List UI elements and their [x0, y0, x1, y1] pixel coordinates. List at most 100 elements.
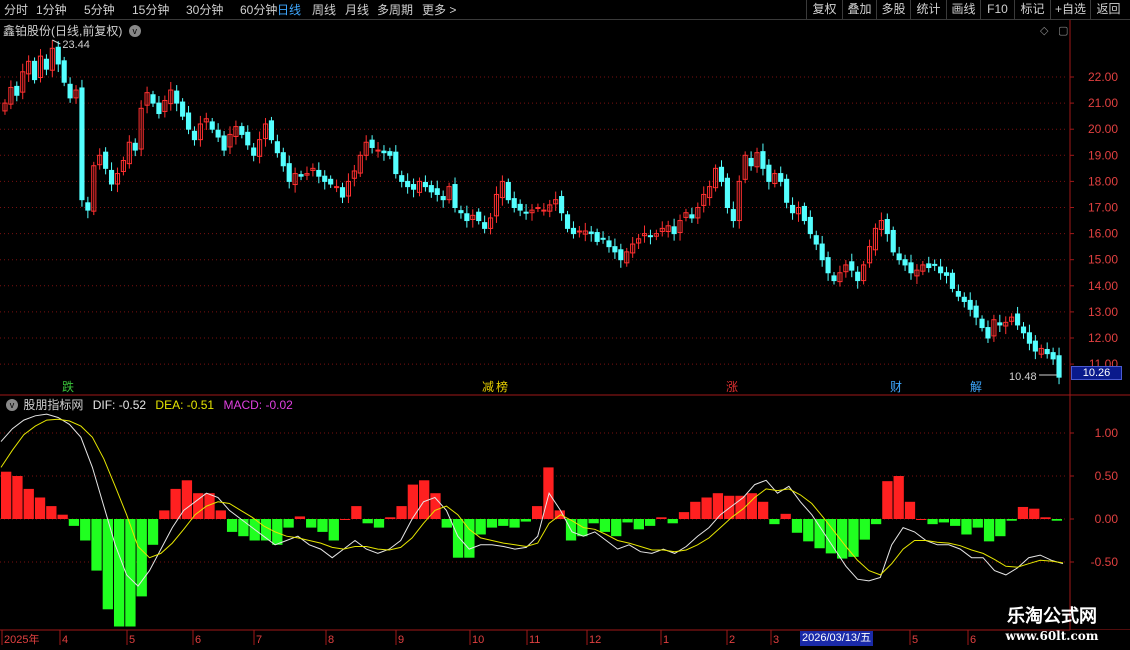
- candle-body: [884, 219, 890, 235]
- back-button[interactable]: 返回: [1090, 0, 1126, 20]
- candle-body: [606, 240, 612, 248]
- candle-body: [718, 166, 725, 182]
- candle-body: [334, 186, 340, 189]
- macd-bar: [46, 506, 57, 519]
- period-tab-1min[interactable]: 1分钟: [36, 2, 67, 18]
- candle-body: [724, 177, 730, 209]
- macd-bar: [814, 519, 825, 549]
- macd-bar: [351, 506, 362, 519]
- macd-bar: [396, 506, 407, 519]
- date-tick-label: 6: [970, 634, 976, 646]
- macd-bar: [690, 501, 701, 519]
- draw-line-button[interactable]: 画线: [946, 0, 980, 20]
- period-tab-monthly[interactable]: 月线: [345, 2, 369, 18]
- price-tick-label: 18.00: [1088, 174, 1118, 188]
- price-chart[interactable]: 22.00 21.00 20.00 19.00 18.00 17.00 16.00 15.00…: [0, 20, 1130, 412]
- macd-bar: [68, 519, 80, 526]
- macd-bar: [611, 519, 622, 537]
- date-tick-label: 10: [472, 634, 484, 646]
- macd-bar: [509, 519, 520, 528]
- candle-body: [381, 150, 387, 154]
- macd-bar: [701, 497, 712, 519]
- candle-body: [215, 129, 221, 138]
- macd-bar: [757, 501, 769, 519]
- macd-bar: [294, 516, 306, 519]
- candle-body: [280, 152, 286, 167]
- f10-button[interactable]: F10: [980, 0, 1014, 20]
- macd-bar: [430, 493, 441, 519]
- crosshair-date: 2026/03/13/五: [800, 631, 874, 646]
- macd-bar: [622, 519, 633, 523]
- period-tab-intraday[interactable]: 分时: [4, 2, 28, 18]
- period-tab-30min[interactable]: 30分钟: [186, 2, 223, 18]
- macd-bar: [893, 476, 904, 519]
- candle-body: [890, 229, 896, 253]
- date-tick-label: 12: [589, 634, 601, 646]
- macd-bar: [520, 519, 531, 522]
- toolbar: 分时 1分钟 5分钟 15分钟 30分钟 60分钟 日线 周线 月线 多周期 更…: [0, 0, 1130, 20]
- candle-body: [647, 235, 654, 238]
- overlay-button[interactable]: 叠加: [842, 0, 876, 20]
- macd-bar: [724, 495, 735, 519]
- period-tab-weekly[interactable]: 周线: [312, 2, 336, 18]
- multi-stock-button[interactable]: 多股: [876, 0, 910, 20]
- candle-body: [268, 120, 275, 141]
- candle-body: [85, 202, 91, 211]
- macd-bar: [882, 481, 893, 519]
- extreme-labels: 23.44 10.48: [52, 39, 1058, 383]
- candle-body: [31, 60, 38, 81]
- period-tab-15min[interactable]: 15分钟: [132, 2, 169, 18]
- price-tick-label: 13.00: [1088, 305, 1118, 319]
- current-price-box: 10.26: [1071, 366, 1122, 380]
- candle-body: [973, 305, 979, 318]
- macd-bar: [486, 519, 498, 528]
- period-tab-60min[interactable]: 60分钟: [240, 2, 277, 18]
- macd-bar: [57, 514, 68, 519]
- macd-bar: [780, 513, 791, 519]
- macd-bar: [136, 519, 147, 597]
- macd-bar: [385, 517, 396, 519]
- macd-bar: [769, 519, 780, 525]
- watermark-title: 乐淘公式网: [1007, 606, 1097, 627]
- candle-body: [517, 203, 523, 211]
- candle-body: [784, 178, 790, 203]
- macd-bar: [215, 510, 226, 519]
- period-tab-daily[interactable]: 日线: [277, 2, 301, 18]
- candle-body: [559, 196, 565, 214]
- macd-bar: [972, 519, 983, 528]
- candle-body: [405, 180, 411, 188]
- macd-bar: [1051, 519, 1062, 521]
- macd-bar: [870, 519, 882, 525]
- macd-bar: [339, 519, 351, 520]
- candle-body: [594, 232, 600, 242]
- candle-body: [997, 322, 1003, 326]
- period-tab-5min[interactable]: 5分钟: [84, 2, 115, 18]
- candle-body: [943, 272, 950, 276]
- more-menu[interactable]: 更多 >: [422, 2, 456, 18]
- adjust-button[interactable]: 复权: [806, 0, 842, 20]
- statistics-button[interactable]: 统计: [910, 0, 946, 20]
- date-tick-label: 8: [328, 634, 334, 646]
- mark-button[interactable]: 标记: [1014, 0, 1050, 20]
- macd-chart[interactable]: 1.00 0.50 0.00 -0.50: [0, 392, 1130, 630]
- candle-body: [274, 141, 280, 154]
- candle-body: [422, 181, 428, 188]
- macd-bar: [599, 519, 611, 532]
- date-tick-label: 5: [912, 634, 918, 646]
- macd-bar: [588, 519, 599, 524]
- candle-body: [961, 296, 967, 302]
- candle-body: [1056, 355, 1062, 378]
- macd-histogram: [1, 467, 1062, 627]
- period-tab-multi[interactable]: 多周期: [377, 2, 413, 18]
- macd-bar: [633, 519, 644, 530]
- candle-body: [570, 227, 577, 235]
- add-watchlist-button[interactable]: +自选: [1050, 0, 1090, 20]
- candle-body: [831, 275, 837, 282]
- candle-body: [801, 205, 807, 222]
- watermark: 乐淘公式网 www.60lt.com: [982, 606, 1122, 646]
- macd-bar: [159, 510, 170, 519]
- candle-body: [221, 135, 227, 151]
- candle-body: [618, 249, 624, 261]
- candle-body: [938, 266, 944, 274]
- price-axis: 22.00 21.00 20.00 19.00 18.00 17.00 16.00 15.00…: [1069, 20, 1118, 395]
